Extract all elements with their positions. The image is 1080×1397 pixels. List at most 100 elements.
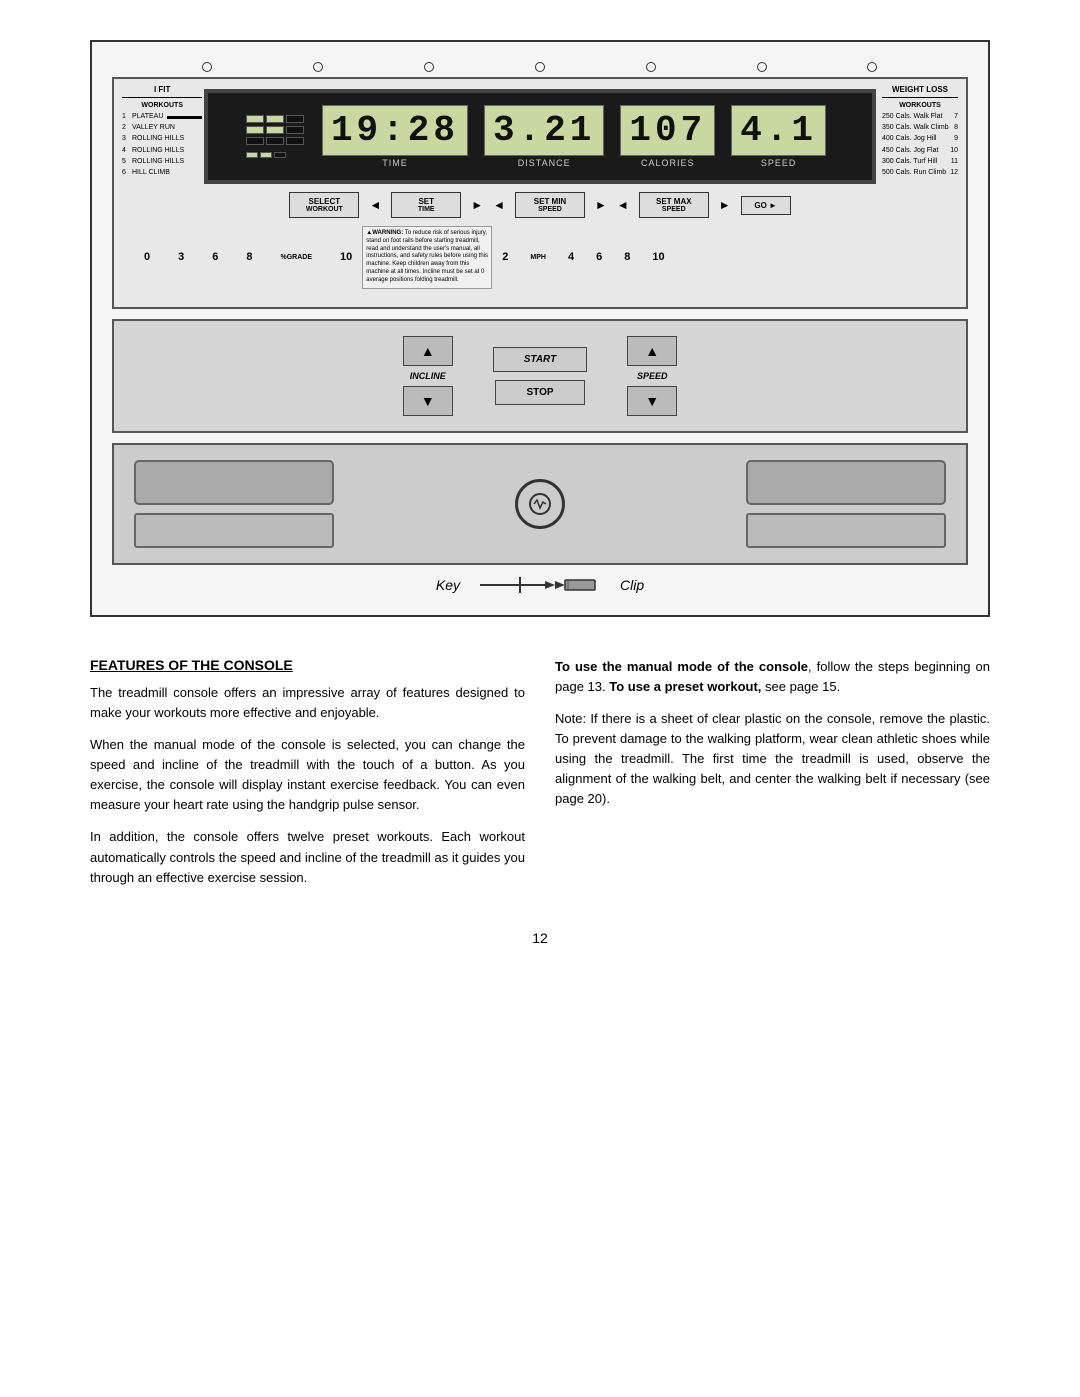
- left-workout-panel: I FIT WORKOUTS 1PLATEAU 2VALLEY RUN 3ROL…: [122, 84, 202, 178]
- warning-box: ▲WARNING: To reduce risk of serious inju…: [362, 226, 492, 289]
- top-panel: I FIT WORKOUTS 1PLATEAU 2VALLEY RUN 3ROL…: [112, 77, 968, 309]
- workout-6: 6HILL CLIMB: [122, 167, 202, 178]
- speed-display: 4.1: [731, 105, 826, 156]
- set-time-sublabel: TIME: [400, 206, 452, 213]
- display-area: 19:28 TIME 3.21 DISTANCE 107 CALORIES 4.…: [204, 89, 876, 184]
- workout-1: 1PLATEAU: [122, 111, 202, 122]
- circle-4: [535, 62, 545, 72]
- warning-bold: ▲WARNING:: [366, 230, 403, 236]
- circle-7: [867, 62, 877, 72]
- weight-loss-subtitle: WORKOUTS: [882, 100, 958, 111]
- left-paragraph-3: In addition, the console offers twelve p…: [90, 827, 525, 887]
- grade-3: 3: [178, 251, 184, 263]
- grade-8: 8: [246, 251, 252, 263]
- set-min-speed-label: SET MIN: [534, 197, 566, 206]
- speed-label: SPEED: [637, 371, 668, 381]
- left-handgrip-lower: [134, 513, 334, 548]
- workout-5: 5ROLLING HILLS: [122, 156, 202, 167]
- mph-6: 6: [596, 251, 602, 263]
- weight-loss-title: WEIGHT LOSS: [882, 84, 958, 98]
- set-time-label: SET: [418, 197, 434, 206]
- speed-controls: ▲ SPEED ▼: [627, 336, 677, 416]
- right-workout-9: 400 Cals. Jog Hill9: [882, 133, 958, 144]
- set-max-sublabel: SPEED: [648, 206, 700, 213]
- control-buttons-row: SELECT WORKOUT ◄ SET TIME ► ◄ SET MIN SP…: [144, 192, 936, 218]
- pulse-sensor-icon: [515, 479, 565, 529]
- set-time-button[interactable]: SET TIME: [391, 192, 461, 218]
- right-workout-10: 450 Cals. Jog Flat10: [882, 145, 958, 156]
- bottom-panel: [112, 443, 968, 565]
- incline-up-button[interactable]: ▲: [403, 336, 453, 366]
- right-workout-11: 300 Cals. Turf Hill11: [882, 156, 958, 167]
- speed-up-button[interactable]: ▲: [627, 336, 677, 366]
- grade-grade-label: %GRADE: [281, 254, 313, 261]
- speed-label: SPEED: [761, 158, 797, 168]
- distance-display: 3.21: [484, 105, 604, 156]
- middle-control-panel: ▲ INCLINE ▼ START STOP ▲ SPEED ▼: [112, 319, 968, 433]
- left-paragraph-2: When the manual mode of the console is s…: [90, 735, 525, 816]
- arrow-left-speed[interactable]: ◄: [493, 198, 505, 212]
- text-content: FEATURES OF THE CONSOLE The treadmill co…: [90, 657, 990, 900]
- set-max-speed-button[interactable]: SET MAX SPEED: [639, 192, 709, 218]
- top-indicator-circles: [112, 62, 968, 72]
- select-workout-button[interactable]: SELECT WORKOUT: [289, 192, 359, 218]
- arrow-right-max[interactable]: ►: [719, 198, 731, 212]
- right-paragraph-2: Note: If there is a sheet of clear plast…: [555, 709, 990, 810]
- distance-display-group: 3.21 DISTANCE: [479, 105, 609, 168]
- key-clip-row: Key Clip: [112, 575, 968, 595]
- select-workout-sublabel: WORKOUT: [298, 206, 350, 213]
- mph-label: MPH: [530, 254, 546, 261]
- mph-4: 4: [568, 251, 574, 263]
- center-control-area: [515, 479, 565, 529]
- incline-controls: ▲ INCLINE ▼: [403, 336, 453, 416]
- arrow-right-time[interactable]: ►: [471, 198, 483, 212]
- arrow-left-max[interactable]: ◄: [617, 198, 629, 212]
- start-button[interactable]: START: [493, 347, 587, 372]
- go-button[interactable]: GO ►: [741, 196, 791, 215]
- warning-text: To reduce risk of serious injury, stand …: [366, 230, 488, 283]
- incline-down-button[interactable]: ▼: [403, 386, 453, 416]
- circle-6: [757, 62, 767, 72]
- set-min-sublabel: SPEED: [524, 206, 576, 213]
- arrow-left-time[interactable]: ◄: [369, 198, 381, 212]
- right-workout-12: 500 Cals. Run Climb12: [882, 167, 958, 178]
- workout-3: 3ROLLING HILLS: [122, 133, 202, 144]
- workout-4: 4ROLLING HILLS: [122, 145, 202, 156]
- mph-numbers: 2 MPH 4 6 8 10: [502, 251, 664, 263]
- workout-2: 2VALLEY RUN: [122, 122, 202, 133]
- right-workout-panel: WEIGHT LOSS WORKOUTS 250 Cals. Walk Flat…: [882, 84, 958, 178]
- speed-display-group: 4.1 SPEED: [726, 105, 831, 168]
- set-min-speed-button[interactable]: SET MIN SPEED: [515, 192, 585, 218]
- preset-workout-bold: To use a preset workout,: [609, 679, 761, 694]
- circle-3: [424, 62, 434, 72]
- stop-button[interactable]: STOP: [495, 380, 584, 405]
- circle-5: [646, 62, 656, 72]
- time-display: 19:28: [322, 105, 468, 156]
- clip-label: Clip: [620, 577, 644, 593]
- mph-2: 2: [502, 251, 508, 263]
- incline-label: INCLINE: [410, 371, 446, 381]
- mph-8: 8: [624, 251, 630, 263]
- grade-0: 0: [144, 251, 150, 263]
- arrow-right-min[interactable]: ►: [595, 198, 607, 212]
- console-diagram: I FIT WORKOUTS 1PLATEAU 2VALLEY RUN 3ROL…: [90, 40, 990, 617]
- left-paragraph-1: The treadmill console offers an impressi…: [90, 683, 525, 723]
- right-handgrip-upper: [746, 460, 946, 505]
- speed-down-button[interactable]: ▼: [627, 386, 677, 416]
- grade-numbers: 0 3 6 8 %GRADE 10: [144, 251, 352, 263]
- right-paragraph-1: To use the manual mode of the console, f…: [555, 657, 990, 697]
- grade-10: 10: [340, 251, 352, 263]
- time-label: TIME: [382, 158, 408, 168]
- distance-label: DISTANCE: [518, 158, 571, 168]
- circle-2: [313, 62, 323, 72]
- calories-label: CALORIES: [641, 158, 695, 168]
- start-stop-controls: START STOP: [493, 347, 587, 405]
- i-fit-title: I FIT: [122, 84, 202, 98]
- page-number: 12: [60, 930, 1020, 946]
- right-handgrip-area: [746, 460, 946, 548]
- grade-6: 6: [212, 251, 218, 263]
- calories-display-group: 107 CALORIES: [615, 105, 720, 168]
- pulse-icon-svg: [528, 492, 552, 516]
- left-handgrip-upper: [134, 460, 334, 505]
- left-handgrip-area: [134, 460, 334, 548]
